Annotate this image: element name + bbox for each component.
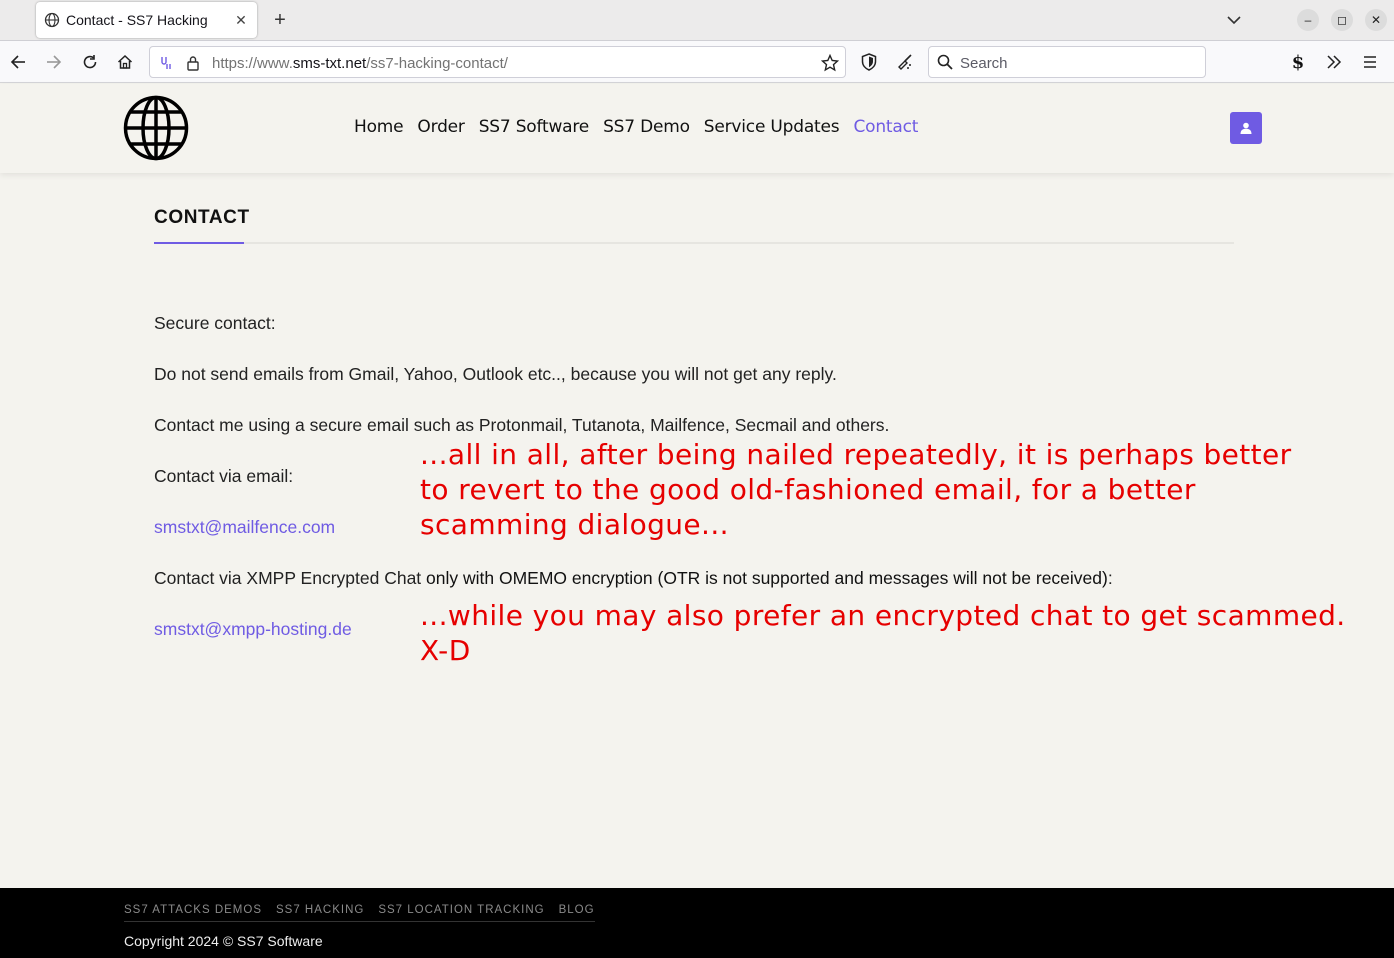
title-accent-underline xyxy=(154,242,244,244)
navigation-toolbar: https://www.sms-txt.net/ss7-hacking-cont… xyxy=(0,41,1394,83)
annotation-email: ...all in all, after being nailed repeat… xyxy=(420,438,1292,541)
globe-icon xyxy=(44,12,60,28)
tab-bar: Contact - SS7 Hacking ✕ + – ◻ ✕ xyxy=(0,0,1394,41)
secure-contact-label: Secure contact: xyxy=(154,313,276,333)
search-bar[interactable]: Search xyxy=(928,46,1206,78)
email-link[interactable]: smstxt@mailfence.com xyxy=(154,517,335,538)
user-account-button[interactable] xyxy=(1230,112,1262,144)
lock-icon[interactable] xyxy=(183,53,203,73)
tracking-icon[interactable] xyxy=(156,53,176,73)
menu-item-contact[interactable]: Contact xyxy=(853,117,918,137)
maximize-icon[interactable]: ◻ xyxy=(1331,9,1353,31)
back-icon[interactable] xyxy=(6,50,30,74)
email-label: Contact via email: xyxy=(154,466,294,486)
annotation-chat: ...while you may also prefer an encrypte… xyxy=(420,599,1346,667)
shield-icon[interactable] xyxy=(857,50,881,74)
title-divider xyxy=(154,242,1234,244)
footer-link-ss7-attacks-demos[interactable]: SS7 ATTACKS DEMOS xyxy=(124,904,262,916)
reload-icon[interactable] xyxy=(78,50,102,74)
url-bar[interactable]: https://www.sms-txt.net/ss7-hacking-cont… xyxy=(149,46,846,78)
copyright-text: Copyright 2024 © SS7 Software xyxy=(124,933,323,949)
menu-item-order[interactable]: Order xyxy=(417,117,465,137)
chevron-down-icon[interactable] xyxy=(1222,8,1246,32)
menu-item-ss7-demo[interactable]: SS7 Demo xyxy=(603,117,690,137)
main-menu: Home Order SS7 Software SS7 Demo Service… xyxy=(354,117,918,137)
user-icon xyxy=(1240,122,1252,134)
search-placeholder: Search xyxy=(960,55,1008,72)
hamburger-icon[interactable] xyxy=(1358,50,1382,74)
site-footer: SS7 ATTACKS DEMOS SS7 HACKING SS7 LOCATI… xyxy=(0,888,1394,958)
footer-link-ss7-hacking[interactable]: SS7 HACKING xyxy=(276,904,364,916)
footer-links: SS7 ATTACKS DEMOS SS7 HACKING SS7 LOCATI… xyxy=(124,904,595,922)
overflow-icon[interactable] xyxy=(1322,50,1346,74)
menu-item-home[interactable]: Home xyxy=(354,117,404,137)
menu-item-ss7-software[interactable]: SS7 Software xyxy=(479,117,590,137)
close-icon[interactable]: ✕ xyxy=(229,8,253,32)
globe-logo-icon[interactable] xyxy=(123,95,189,161)
menu-item-service-updates[interactable]: Service Updates xyxy=(704,117,840,137)
page-title: CONTACT xyxy=(154,207,250,228)
s-extension-icon[interactable]: $ xyxy=(1286,50,1310,74)
url-text: https://www.sms-txt.net/ss7-hacking-cont… xyxy=(212,55,508,72)
search-icon xyxy=(937,54,953,70)
secure-email-notice: Contact me using a secure email such as … xyxy=(154,415,890,435)
no-gmail-notice: Do not send emails from Gmail, Yahoo, Ou… xyxy=(154,364,837,384)
copyright-brand-link[interactable]: SS7 Software xyxy=(237,933,323,949)
site-header: Home Order SS7 Software SS7 Demo Service… xyxy=(0,84,1394,173)
plus-icon[interactable]: + xyxy=(268,8,292,32)
tab-title: Contact - SS7 Hacking xyxy=(66,12,208,28)
star-icon[interactable] xyxy=(820,53,840,73)
tab-active[interactable]: Contact - SS7 Hacking ✕ xyxy=(36,2,257,38)
footer-link-blog[interactable]: BLOG xyxy=(559,904,595,916)
minimize-icon[interactable]: – xyxy=(1297,9,1319,31)
forward-icon[interactable] xyxy=(42,50,66,74)
broom-icon[interactable] xyxy=(893,50,917,74)
footer-link-ss7-location-tracking[interactable]: SS7 LOCATION TRACKING xyxy=(378,904,544,916)
home-icon[interactable] xyxy=(113,50,137,74)
xmpp-link[interactable]: smstxt@xmpp-hosting.de xyxy=(154,619,352,640)
xmpp-label: Contact via XMPP Encrypted Chat only wit… xyxy=(154,568,1113,588)
window-close-icon[interactable]: ✕ xyxy=(1365,9,1387,31)
